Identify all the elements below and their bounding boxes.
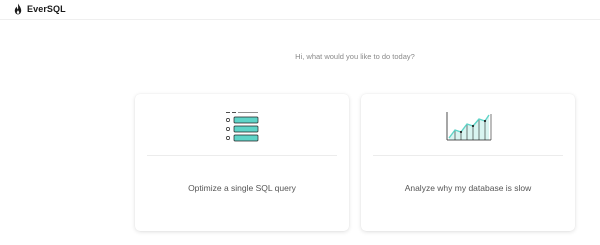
optimize-query-label: Optimize a single SQL query <box>188 183 296 193</box>
card-divider <box>373 155 563 156</box>
sql-query-list-icon <box>226 112 259 142</box>
analyze-database-card[interactable]: Analyze why my database is slow <box>361 94 575 231</box>
optimize-query-card[interactable]: Optimize a single SQL query <box>135 94 349 231</box>
logo[interactable]: EverSQL <box>14 3 66 15</box>
brand-name: EverSQL <box>27 4 66 14</box>
welcome-prompt: Hi, what would you like to do today? <box>295 52 415 61</box>
performance-chart-icon <box>446 112 492 141</box>
top-bar: EverSQL <box>0 0 600 20</box>
eversql-logo-icon <box>14 3 22 15</box>
card-divider <box>147 155 337 156</box>
analyze-database-label: Analyze why my database is slow <box>404 183 532 193</box>
